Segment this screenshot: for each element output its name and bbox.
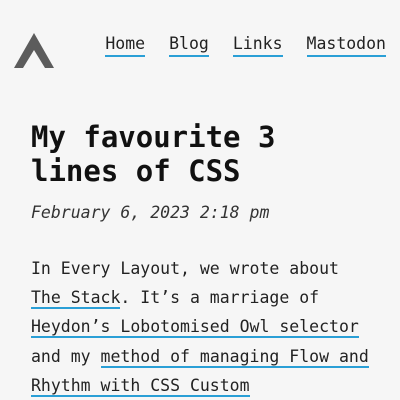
nav-link-home[interactable]: Home [105, 34, 146, 57]
article-body: In Every Layout, we wrote about The Stac… [31, 254, 376, 400]
main-nav: Home Blog Links Mastodon [105, 34, 386, 57]
site-header: Home Blog Links Mastodon [0, 0, 400, 96]
paragraph-text: and my [31, 346, 101, 366]
paragraph-text: In Every Layout, we wrote about [31, 259, 339, 278]
article-paragraph: In Every Layout, we wrote about The Stac… [31, 254, 376, 400]
nav-link-mastodon[interactable]: Mastodon [306, 34, 386, 57]
nav-link-blog[interactable]: Blog [169, 34, 209, 57]
mountain-logo-icon[interactable] [14, 32, 54, 70]
nav-link-links[interactable]: Links [232, 34, 283, 57]
paragraph-text: . It’s a marriage of [120, 288, 320, 308]
link-lobotomised-owl[interactable]: Heydon’s Lobotomised Owl selector [31, 317, 359, 339]
article-date: February 6, 2023 2:18 pm [31, 203, 270, 222]
article-title: My favourite 3 lines of CSS [31, 120, 276, 188]
link-the-stack[interactable]: The Stack [31, 288, 121, 310]
